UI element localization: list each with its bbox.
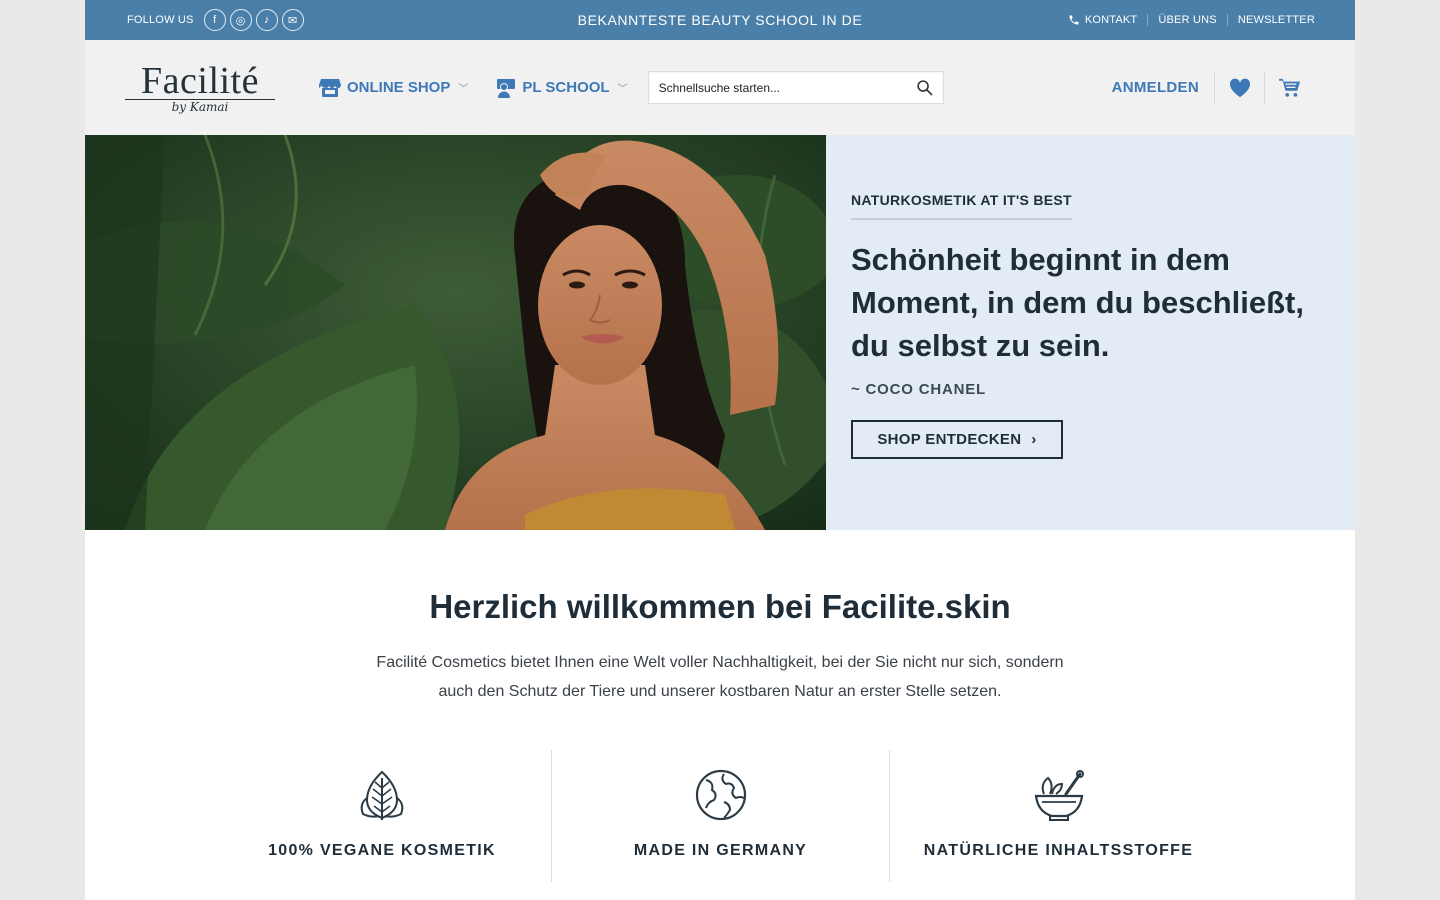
top-links: KONTAKT ÜBER UNS NEWSLETTER (1058, 14, 1315, 26)
heart-icon (1229, 78, 1250, 97)
instagram-icon[interactable]: ◎ (229, 9, 252, 31)
hero-content: NATURKOSMETIK AT IT'S BEST Schönheit beg… (826, 135, 1355, 530)
kontakt-label: KONTAKT (1084, 14, 1138, 26)
hero-image (85, 135, 826, 530)
promo-text[interactable]: BEKANNTESTE BEAUTY SCHOOL IN DE (578, 12, 863, 28)
feature-item: NATÜRLICHE INHALTSSTOFFE (889, 750, 1227, 882)
top-bar: FOLLOW US f ◎ ♪ ✉ BEKANNTESTE BEAUTY SCH… (85, 0, 1355, 40)
feature-label: MADE IN GERMANY (633, 842, 808, 859)
mortar-pestle-icon (1034, 770, 1084, 821)
welcome-section: Herzlich willkommen bei Facilite.skin Fa… (85, 530, 1355, 882)
newsletter-link[interactable]: NEWSLETTER (1226, 14, 1315, 26)
main-nav: ONLINE SHOP ﹀ PL SCHOOL ﹀ (319, 78, 628, 98)
logo-tagline: by Kamai (125, 99, 275, 114)
main-header: Facilité by Kamai ONLINE SHOP ﹀ PL SCHOO… (85, 40, 1355, 135)
wishlist-button[interactable] (1215, 71, 1265, 104)
leaf-icon (360, 770, 404, 820)
search-input[interactable] (658, 80, 916, 95)
chevron-right-icon: › (1031, 431, 1037, 448)
chevron-down-icon: ﹀ (458, 84, 469, 95)
nav-pl-school-label: PL SCHOOL (522, 79, 610, 96)
feature-item: MADE IN GERMANY (551, 750, 889, 882)
site-logo[interactable]: Facilité by Kamai (125, 61, 275, 114)
login-link[interactable]: ANMELDEN (1112, 71, 1215, 104)
globe-icon (695, 769, 746, 821)
kontakt-link[interactable]: KONTAKT (1058, 14, 1148, 26)
store-icon (319, 78, 341, 97)
welcome-text: Facilité Cosmetics bietet Ihnen eine Wel… (376, 654, 1064, 700)
social-links: f ◎ ♪ ✉ (203, 9, 304, 31)
ueber-uns-link[interactable]: ÜBER UNS (1147, 14, 1226, 26)
nav-online-shop[interactable]: ONLINE SHOP ﹀ (319, 78, 468, 98)
cart-button[interactable] (1265, 72, 1315, 104)
search-box (647, 71, 944, 104)
feature-list: 100% VEGANE KOSMETIK MADE IN GERMANY NAT… (85, 750, 1355, 882)
hero-quote-author: ~ COCO CHANEL (851, 381, 986, 398)
cart-icon (1279, 78, 1300, 97)
feature-label: NATÜRLICHE INHALTSSTOFFE (923, 842, 1194, 859)
shop-entdecken-label: SHOP ENTDECKEN (877, 431, 1022, 448)
chevron-down-icon: ﹀ (617, 84, 628, 95)
hero-eyebrow: NATURKOSMETIK AT IT'S BEST (851, 192, 1072, 220)
tiktok-icon[interactable]: ♪ (255, 9, 278, 31)
nav-pl-school[interactable]: PL SCHOOL ﹀ (496, 78, 628, 98)
feature-item: 100% VEGANE KOSMETIK (213, 750, 551, 882)
header-actions: ANMELDEN (1112, 71, 1315, 104)
follow-us-label: FOLLOW US (127, 14, 194, 26)
page: FOLLOW US f ◎ ♪ ✉ BEKANNTESTE BEAUTY SCH… (85, 0, 1355, 900)
teacher-icon (497, 78, 516, 98)
hero-photo-illustration (85, 135, 826, 530)
hero-quote: Schönheit beginnt in dem Moment, in dem … (851, 242, 1304, 363)
feature-label: 100% VEGANE KOSMETIK (268, 842, 496, 859)
hero-section: NATURKOSMETIK AT IT'S BEST Schönheit beg… (85, 135, 1355, 530)
nav-online-shop-label: ONLINE SHOP (347, 79, 451, 96)
shop-entdecken-button[interactable]: SHOP ENTDECKEN › (851, 420, 1063, 459)
mail-icon[interactable]: ✉ (281, 9, 304, 31)
search-icon[interactable] (916, 79, 933, 96)
phone-icon (1069, 15, 1079, 25)
logo-wordmark: Facilité (141, 60, 259, 102)
welcome-title: Herzlich willkommen bei Facilite.skin (429, 588, 1011, 625)
facebook-icon[interactable]: f (203, 9, 226, 31)
